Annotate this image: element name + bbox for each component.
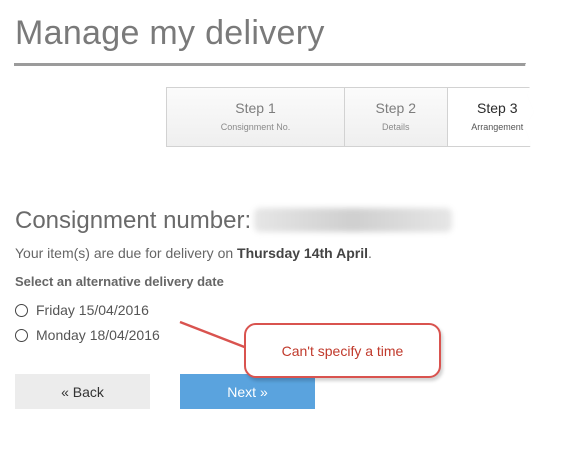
callout-pointer: [179, 320, 248, 350]
screenshot-frame: Manage my delivery Step 1 Consignment No…: [0, 0, 569, 463]
callout-pointer-line: [179, 320, 248, 350]
callout-text: Can't specify a time: [281, 342, 404, 359]
page-content: Manage my delivery Step 1 Consignment No…: [0, 0, 534, 418]
annotation-callout: Can't specify a time: [244, 323, 441, 378]
